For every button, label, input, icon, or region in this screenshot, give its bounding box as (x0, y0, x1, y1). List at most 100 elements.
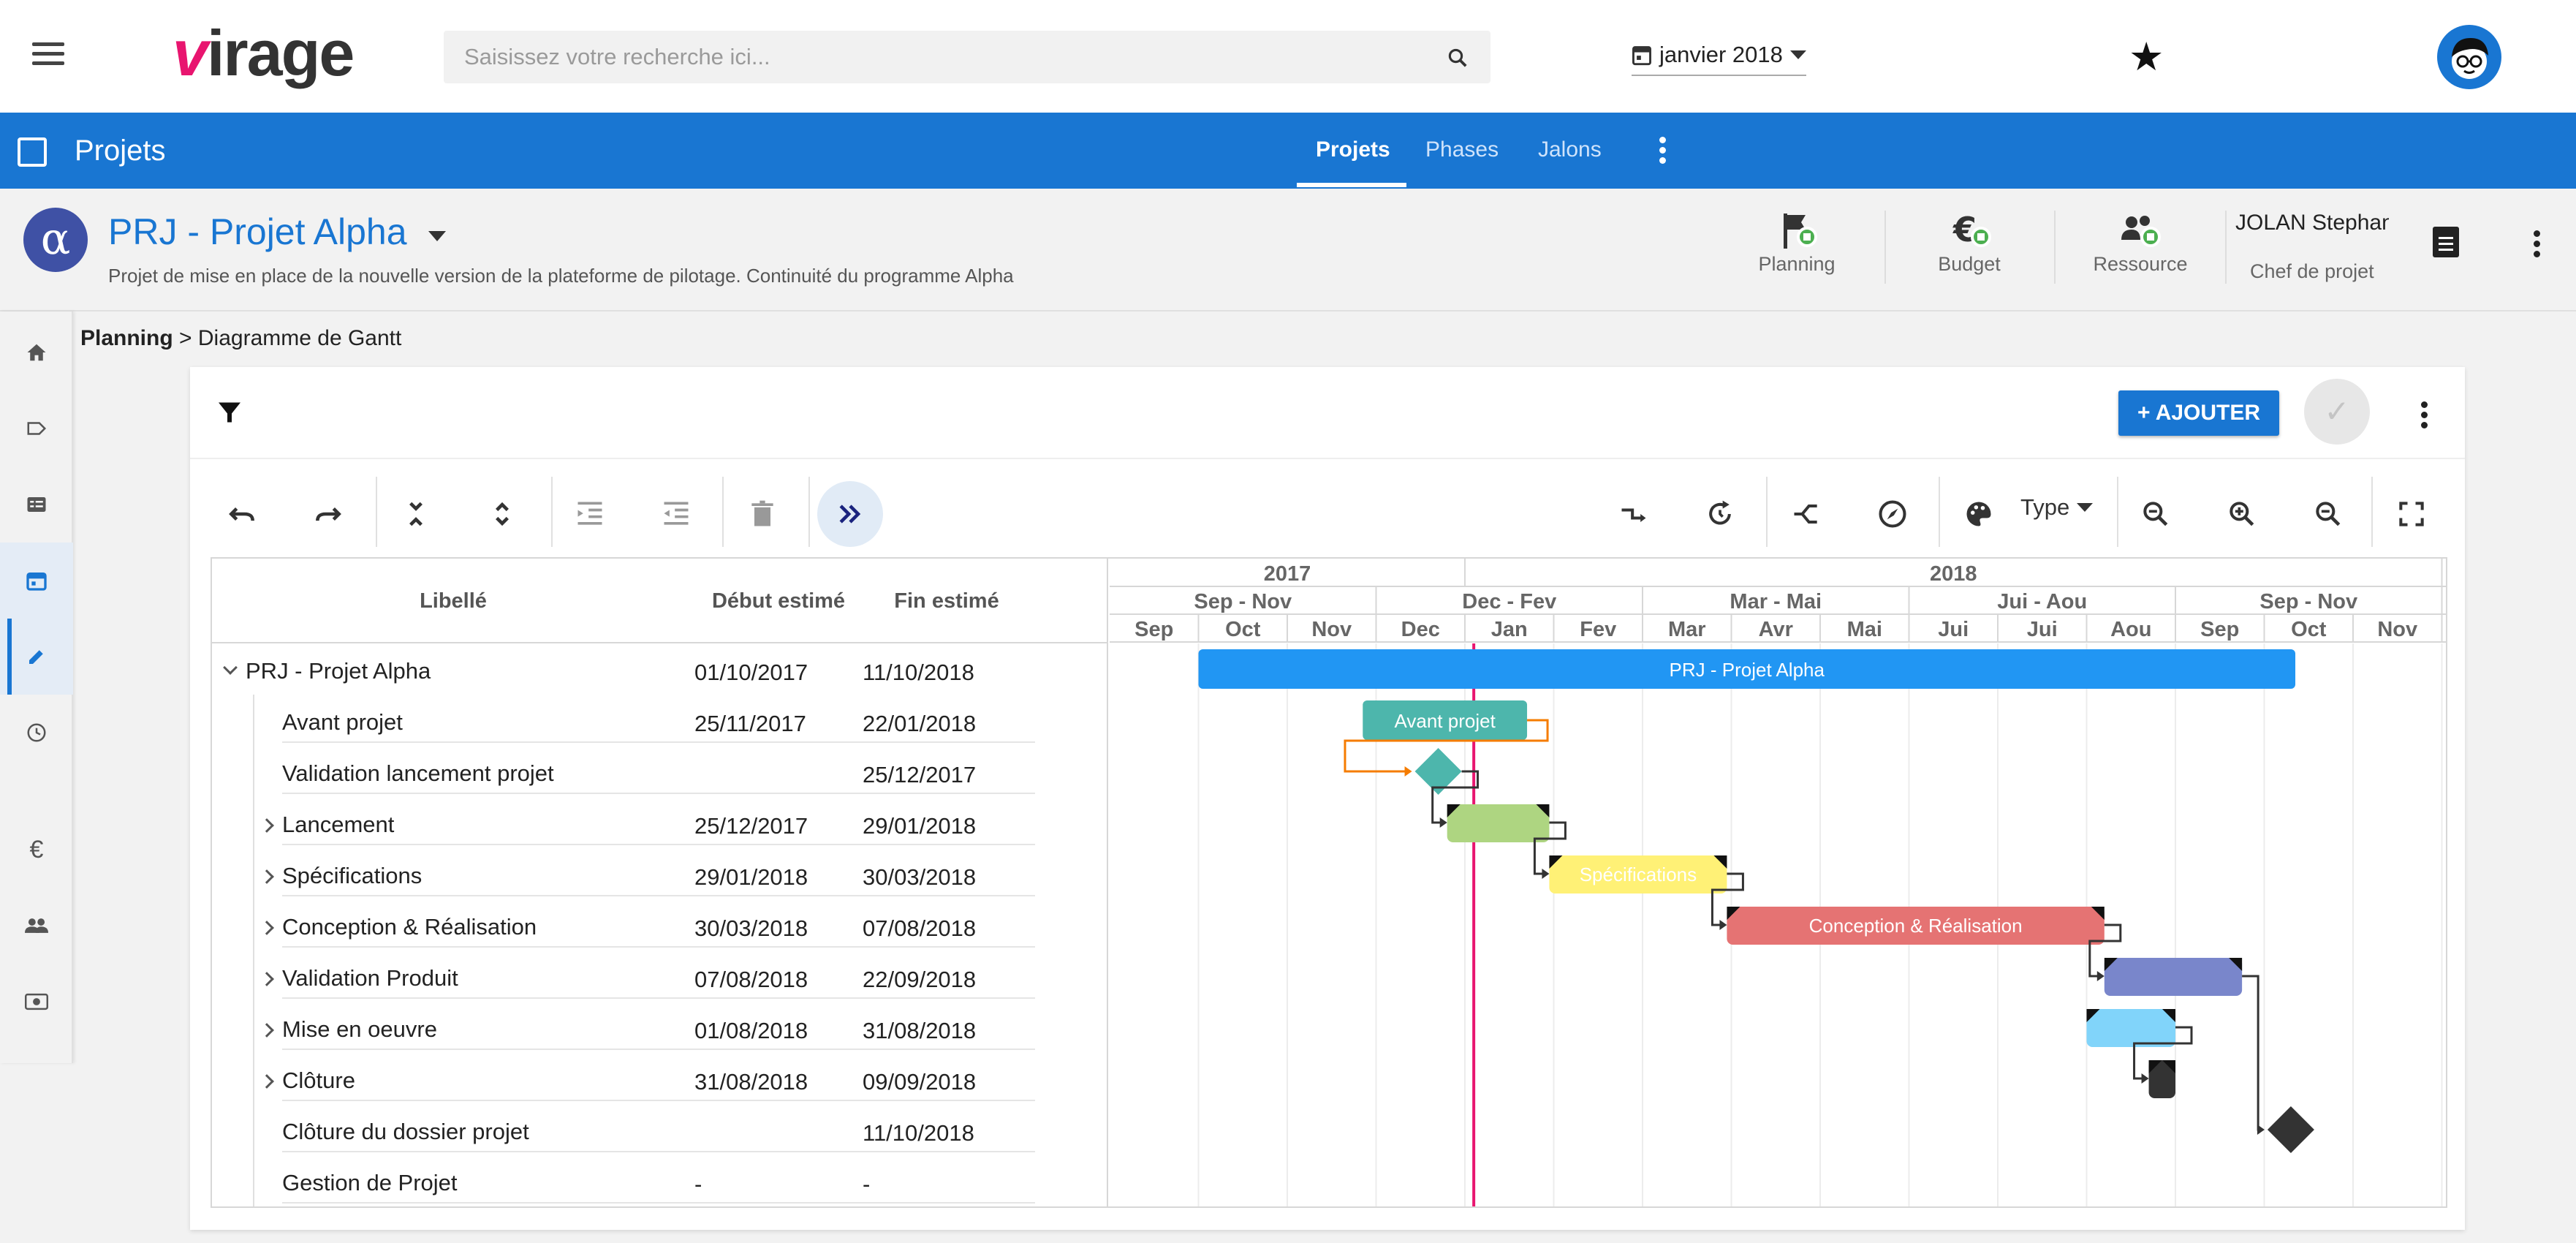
summary-bar[interactable] (2104, 958, 2243, 996)
undo-icon[interactable] (209, 481, 275, 547)
milestone-diamond[interactable] (2267, 1106, 2314, 1153)
task-start-date[interactable]: 31/08/2018 (694, 1069, 808, 1095)
table-row[interactable]: Spécifications 29/01/2018 30/03/2018 (212, 848, 1108, 899)
rail-clock-icon[interactable] (0, 695, 73, 771)
date-selector[interactable]: janvier 2018 (1632, 38, 1806, 76)
more-vertical-icon[interactable] (1659, 135, 1667, 167)
task-start-date[interactable]: 01/10/2017 (694, 660, 808, 686)
zoom-fit-icon[interactable] (2295, 481, 2361, 547)
table-row[interactable]: Clôture 31/08/2018 09/09/2018 (212, 1053, 1108, 1104)
search-input[interactable] (463, 31, 1435, 83)
rail-euro-icon[interactable]: € (0, 812, 73, 888)
critical-path-icon[interactable] (1773, 481, 1839, 547)
table-row[interactable]: Avant projet 25/11/2017 22/01/2018 (212, 695, 1108, 746)
flag-icon (1738, 209, 1855, 253)
rail-list-icon[interactable] (0, 466, 73, 543)
task-end-date[interactable]: 30/03/2018 (863, 864, 976, 891)
table-row[interactable]: Mise en oeuvre 01/08/2018 31/08/2018 (212, 1002, 1108, 1053)
chevron-right-icon[interactable] (260, 1023, 274, 1038)
table-row[interactable]: Lancement 25/12/2017 29/01/2018 (212, 797, 1108, 848)
task-end-date[interactable]: 22/09/2018 (863, 967, 976, 993)
favorite-star-icon[interactable]: ★ (2129, 34, 2164, 80)
hamburger-menu-icon[interactable] (29, 37, 67, 75)
add-button[interactable]: + AJOUTER (2118, 390, 2279, 436)
task-start-date[interactable]: 25/11/2017 (694, 711, 806, 737)
kpi-budget[interactable]: € Budget (1911, 209, 2028, 276)
redo-icon[interactable] (295, 481, 361, 547)
table-row[interactable]: Validation Produit 07/08/2018 22/09/2018 (212, 951, 1108, 1002)
task-end-date[interactable]: 11/10/2018 (863, 1120, 974, 1146)
type-selector[interactable]: Type (2020, 494, 2094, 521)
refresh-icon[interactable] (1687, 481, 1753, 547)
user-avatar[interactable] (2437, 25, 2501, 89)
indent-icon[interactable] (557, 481, 623, 547)
zoom-in-icon[interactable] (2209, 481, 2275, 547)
fast-forward-icon[interactable] (817, 481, 883, 547)
link-tasks-icon[interactable] (1601, 481, 1667, 547)
palette-icon[interactable] (1946, 481, 2012, 547)
row-underline (282, 946, 1035, 948)
column-header-label[interactable]: Libellé (212, 559, 694, 643)
task-end-date[interactable]: 09/09/2018 (863, 1069, 976, 1095)
chevron-right-icon[interactable] (260, 921, 274, 935)
tab-projets[interactable]: Projets (1316, 137, 1390, 162)
project-dropdown-icon[interactable] (428, 231, 446, 241)
project-title[interactable]: PRJ - Projet Alpha (108, 211, 407, 253)
fullscreen-icon[interactable] (2379, 481, 2444, 547)
task-start-date[interactable]: 07/08/2018 (694, 967, 808, 993)
task-end-date[interactable]: - (863, 1171, 870, 1198)
task-start-date[interactable]: 30/03/2018 (694, 915, 808, 942)
kpi-planning[interactable]: Planning (1738, 209, 1855, 276)
trash-icon[interactable] (730, 481, 795, 547)
task-start-date[interactable]: 01/08/2018 (694, 1018, 808, 1044)
table-row[interactable]: Clôture du dossier projet 11/10/2018 (212, 1104, 1108, 1155)
tab-jalons[interactable]: Jalons (1538, 137, 1602, 162)
task-end-date[interactable]: 22/01/2018 (863, 711, 976, 737)
task-start-date[interactable]: 29/01/2018 (694, 864, 808, 891)
table-row[interactable]: PRJ - Projet Alpha 01/10/2017 11/10/2018 (212, 643, 1108, 695)
rail-calendar-icon[interactable] (0, 543, 73, 619)
task-end-date[interactable]: 31/08/2018 (863, 1018, 976, 1044)
task-end-date[interactable]: 11/10/2018 (863, 660, 974, 686)
breadcrumb-root[interactable]: Planning (80, 326, 173, 350)
month-label: Mar (1668, 618, 1706, 641)
chevron-right-icon[interactable] (260, 1074, 274, 1089)
search-icon[interactable] (1447, 47, 1469, 69)
collapse-all-icon[interactable] (383, 481, 449, 547)
tab-phases[interactable]: Phases (1425, 137, 1499, 162)
rail-money-icon[interactable] (0, 964, 73, 1040)
validate-button[interactable]: ✓ (2304, 379, 2370, 445)
outdent-icon[interactable] (643, 481, 709, 547)
task-start-date[interactable]: - (694, 1171, 702, 1198)
task-end-date[interactable]: 07/08/2018 (863, 915, 976, 942)
chevron-right-icon[interactable] (260, 818, 274, 833)
column-header-start[interactable]: Début estimé (694, 559, 863, 643)
tree-guide (253, 1002, 254, 1053)
summary-bar[interactable] (2086, 1009, 2176, 1047)
task-end-date[interactable]: 25/12/2017 (863, 762, 976, 788)
filter-icon[interactable] (216, 399, 243, 426)
zoom-out-icon[interactable] (2123, 481, 2189, 547)
more-vertical-icon[interactable] (2421, 399, 2428, 431)
document-icon[interactable] (2433, 227, 2459, 257)
chevron-right-icon[interactable] (260, 972, 274, 986)
task-start-date[interactable]: 25/12/2017 (694, 813, 808, 839)
month-label: Nov (2377, 618, 2417, 641)
table-row[interactable]: Conception & Réalisation 30/03/2018 07/08/… (212, 899, 1108, 951)
more-vertical-icon[interactable] (2534, 228, 2541, 260)
compass-icon[interactable] (1860, 481, 1925, 547)
rail-people-icon[interactable] (0, 888, 73, 964)
task-end-date[interactable]: 29/01/2018 (863, 813, 976, 839)
expand-all-icon[interactable] (469, 481, 535, 547)
chevron-right-icon[interactable] (260, 869, 274, 884)
rail-tag-icon[interactable] (0, 390, 73, 466)
rail-home-icon[interactable] (0, 314, 73, 390)
summary-bar[interactable] (1447, 804, 1550, 842)
table-row[interactable]: Gestion de Projet - - (212, 1155, 1108, 1206)
kpi-ressource[interactable]: Ressource (2082, 209, 2199, 276)
chevron-down-icon[interactable] (223, 660, 238, 675)
column-header-end[interactable]: Fin estimé (863, 559, 1031, 643)
table-row[interactable]: Validation lancement projet 25/12/2017 (212, 746, 1108, 797)
task-label: Spécifications (282, 863, 423, 888)
virage-logo[interactable]: virage (173, 16, 355, 97)
